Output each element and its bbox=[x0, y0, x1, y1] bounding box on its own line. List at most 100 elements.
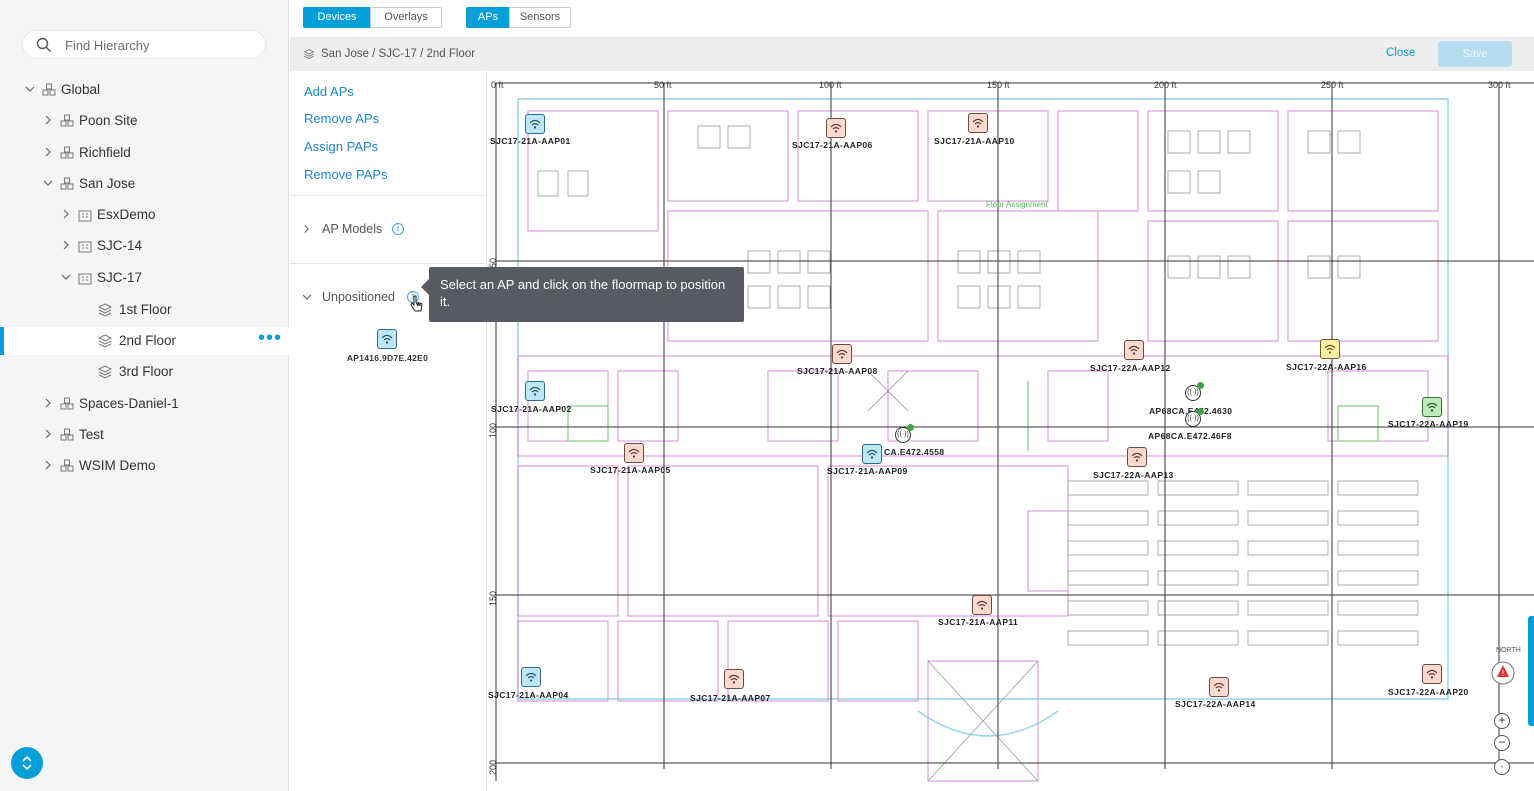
ap-label: SJC17-21A-AAP08 bbox=[797, 366, 878, 376]
add-aps-link[interactable]: Add APs bbox=[304, 84, 354, 99]
tree-item-global[interactable]: Global bbox=[0, 76, 289, 104]
tree-label: 2nd Floor bbox=[119, 333, 177, 348]
tree-item-1st-floor[interactable]: 1st Floor bbox=[0, 296, 289, 324]
chevron-right-icon[interactable] bbox=[61, 240, 71, 250]
ruler-left-tick: 200 bbox=[488, 759, 498, 775]
access-point-icon[interactable] bbox=[1422, 397, 1442, 417]
more-options-icon[interactable]: ••• bbox=[258, 328, 282, 348]
chevron-down-icon[interactable] bbox=[43, 178, 53, 188]
access-point-icon[interactable] bbox=[1209, 677, 1229, 697]
search-input[interactable] bbox=[63, 36, 258, 54]
ap-label: SJC17-21A-AAP01 bbox=[490, 136, 571, 146]
sensor-icon[interactable]: ((·)) bbox=[1185, 408, 1204, 427]
tree-item-3rd-floor[interactable]: 3rd Floor bbox=[0, 358, 289, 386]
zoom-out-button[interactable]: − bbox=[1494, 735, 1510, 751]
svg-text:!: ! bbox=[1501, 669, 1504, 678]
ap-label: SJC17-22A-AAP14 bbox=[1175, 699, 1256, 709]
site-icon bbox=[60, 177, 74, 190]
unpositioned-label: Unpositioned bbox=[322, 290, 395, 304]
chevron-right-icon[interactable] bbox=[43, 398, 53, 408]
access-point-icon[interactable] bbox=[1422, 664, 1442, 684]
access-point-icon[interactable] bbox=[1127, 447, 1147, 467]
access-point-icon[interactable] bbox=[521, 667, 541, 687]
access-point-icon[interactable] bbox=[377, 329, 397, 349]
ruler-top-tick: 50 ft bbox=[654, 80, 672, 90]
tree-item-sjc-14[interactable]: SJC-14 bbox=[0, 232, 289, 260]
tree-item-esxdemo[interactable]: EsxDemo bbox=[0, 201, 289, 229]
tree-item-test[interactable]: Test bbox=[0, 421, 289, 449]
chevron-down-icon[interactable] bbox=[61, 272, 71, 282]
remove-aps-link[interactable]: Remove APs bbox=[304, 111, 379, 126]
reset-view-button[interactable]: · bbox=[1494, 759, 1510, 775]
ruler-left-tick: 100 bbox=[488, 422, 498, 438]
chevron-right-icon[interactable] bbox=[61, 209, 71, 219]
info-icon[interactable]: i bbox=[392, 223, 404, 235]
tree-item-poon-site[interactable]: Poon Site bbox=[0, 107, 289, 135]
save-button[interactable]: Save bbox=[1438, 41, 1512, 67]
breadcrumb-bar: San Jose / SJC-17 / 2nd Floor Close Save bbox=[290, 37, 1534, 71]
tab-devices[interactable]: Devices bbox=[303, 7, 371, 28]
access-point-icon[interactable] bbox=[624, 443, 644, 463]
map-toolbar: Devices Overlays APs Sensors bbox=[290, 0, 1534, 37]
floorplan-drawing bbox=[495, 82, 1534, 782]
access-point-icon[interactable] bbox=[862, 444, 882, 464]
zoom-in-button[interactable]: + bbox=[1494, 713, 1510, 729]
tree-label: Spaces-Daniel-1 bbox=[79, 396, 179, 411]
tree-label: Global bbox=[61, 82, 101, 97]
chevron-right-icon bbox=[304, 225, 310, 233]
ap-label: SJC17-21A-AAP09 bbox=[827, 466, 908, 476]
tab-sensors[interactable]: Sensors bbox=[509, 7, 571, 28]
tree-item-2nd-floor[interactable]: 2nd Floor ••• bbox=[0, 327, 289, 355]
sensor-label: AP68CA.E472.46F8 bbox=[1148, 431, 1232, 441]
access-point-icon[interactable] bbox=[968, 113, 988, 133]
access-point-icon[interactable] bbox=[1320, 339, 1340, 359]
sensor-icon[interactable]: ((·)) bbox=[895, 424, 914, 443]
divider bbox=[290, 263, 487, 264]
access-point-icon[interactable] bbox=[525, 381, 545, 401]
access-point-icon[interactable] bbox=[826, 118, 846, 138]
tree-label: 3rd Floor bbox=[119, 364, 174, 379]
ruler-top-tick: 150 ft bbox=[987, 80, 1010, 90]
ap-label: SJC17-21A-AAP10 bbox=[934, 136, 1015, 146]
side-drawer-handle[interactable] bbox=[1528, 616, 1534, 726]
tab-overlays[interactable]: Overlays bbox=[370, 7, 442, 28]
tree-item-spaces-daniel-1[interactable]: Spaces-Daniel-1 bbox=[0, 390, 289, 418]
floor-icon bbox=[303, 48, 315, 60]
access-point-icon[interactable] bbox=[1124, 340, 1144, 360]
close-button[interactable]: Close bbox=[1386, 47, 1415, 59]
ap-models-label: AP Models bbox=[322, 222, 383, 236]
hierarchy-search[interactable] bbox=[22, 30, 266, 59]
building-icon bbox=[78, 210, 92, 222]
ap-label: SJC17-21A-AAP06 bbox=[792, 140, 873, 150]
tree-item-san-jose[interactable]: San Jose bbox=[0, 170, 289, 198]
tree-label: SJC-14 bbox=[97, 238, 143, 253]
unpositioned-ap[interactable]: AP1416.9D7E.42E0 bbox=[340, 329, 435, 363]
site-icon bbox=[60, 397, 74, 410]
ap-models-section[interactable]: AP Models i bbox=[302, 222, 482, 238]
chevron-right-icon[interactable] bbox=[43, 147, 53, 157]
ruler-left-tick: 150 bbox=[488, 590, 498, 606]
assign-paps-link[interactable]: Assign PAPs bbox=[304, 139, 378, 154]
tree-item-wsim-demo[interactable]: WSIM Demo bbox=[0, 452, 289, 480]
chevron-right-icon[interactable] bbox=[43, 460, 53, 470]
access-point-icon[interactable] bbox=[724, 669, 744, 689]
hierarchy-panel: Global Poon Site Richfield San Jose EsxD… bbox=[0, 0, 289, 791]
tab-aps[interactable]: APs bbox=[466, 7, 510, 28]
breadcrumb: San Jose / SJC-17 / 2nd Floor bbox=[321, 48, 476, 60]
chevron-right-icon[interactable] bbox=[43, 115, 53, 125]
floor-icon bbox=[97, 334, 113, 348]
tree-label: Poon Site bbox=[79, 113, 138, 128]
remove-paps-link[interactable]: Remove PAPs bbox=[304, 167, 388, 182]
collapse-button[interactable] bbox=[11, 747, 43, 779]
sensor-icon[interactable]: ((·)) bbox=[1185, 382, 1204, 401]
access-point-icon[interactable] bbox=[832, 344, 852, 364]
floor-map[interactable]: 0 ft 50 ft 100 ft 150 ft 200 ft 250 ft 3… bbox=[488, 71, 1534, 791]
ap-panel: Add APs Remove APs Assign PAPs Remove PA… bbox=[290, 71, 487, 791]
tree-item-sjc-17[interactable]: SJC-17 bbox=[0, 264, 289, 292]
chevron-down-icon[interactable] bbox=[25, 84, 35, 94]
ruler-top-tick: 250 ft bbox=[1321, 80, 1344, 90]
chevron-right-icon[interactable] bbox=[43, 429, 53, 439]
access-point-icon[interactable] bbox=[525, 114, 545, 134]
tree-item-richfield[interactable]: Richfield bbox=[0, 139, 289, 167]
access-point-icon[interactable] bbox=[972, 595, 992, 615]
